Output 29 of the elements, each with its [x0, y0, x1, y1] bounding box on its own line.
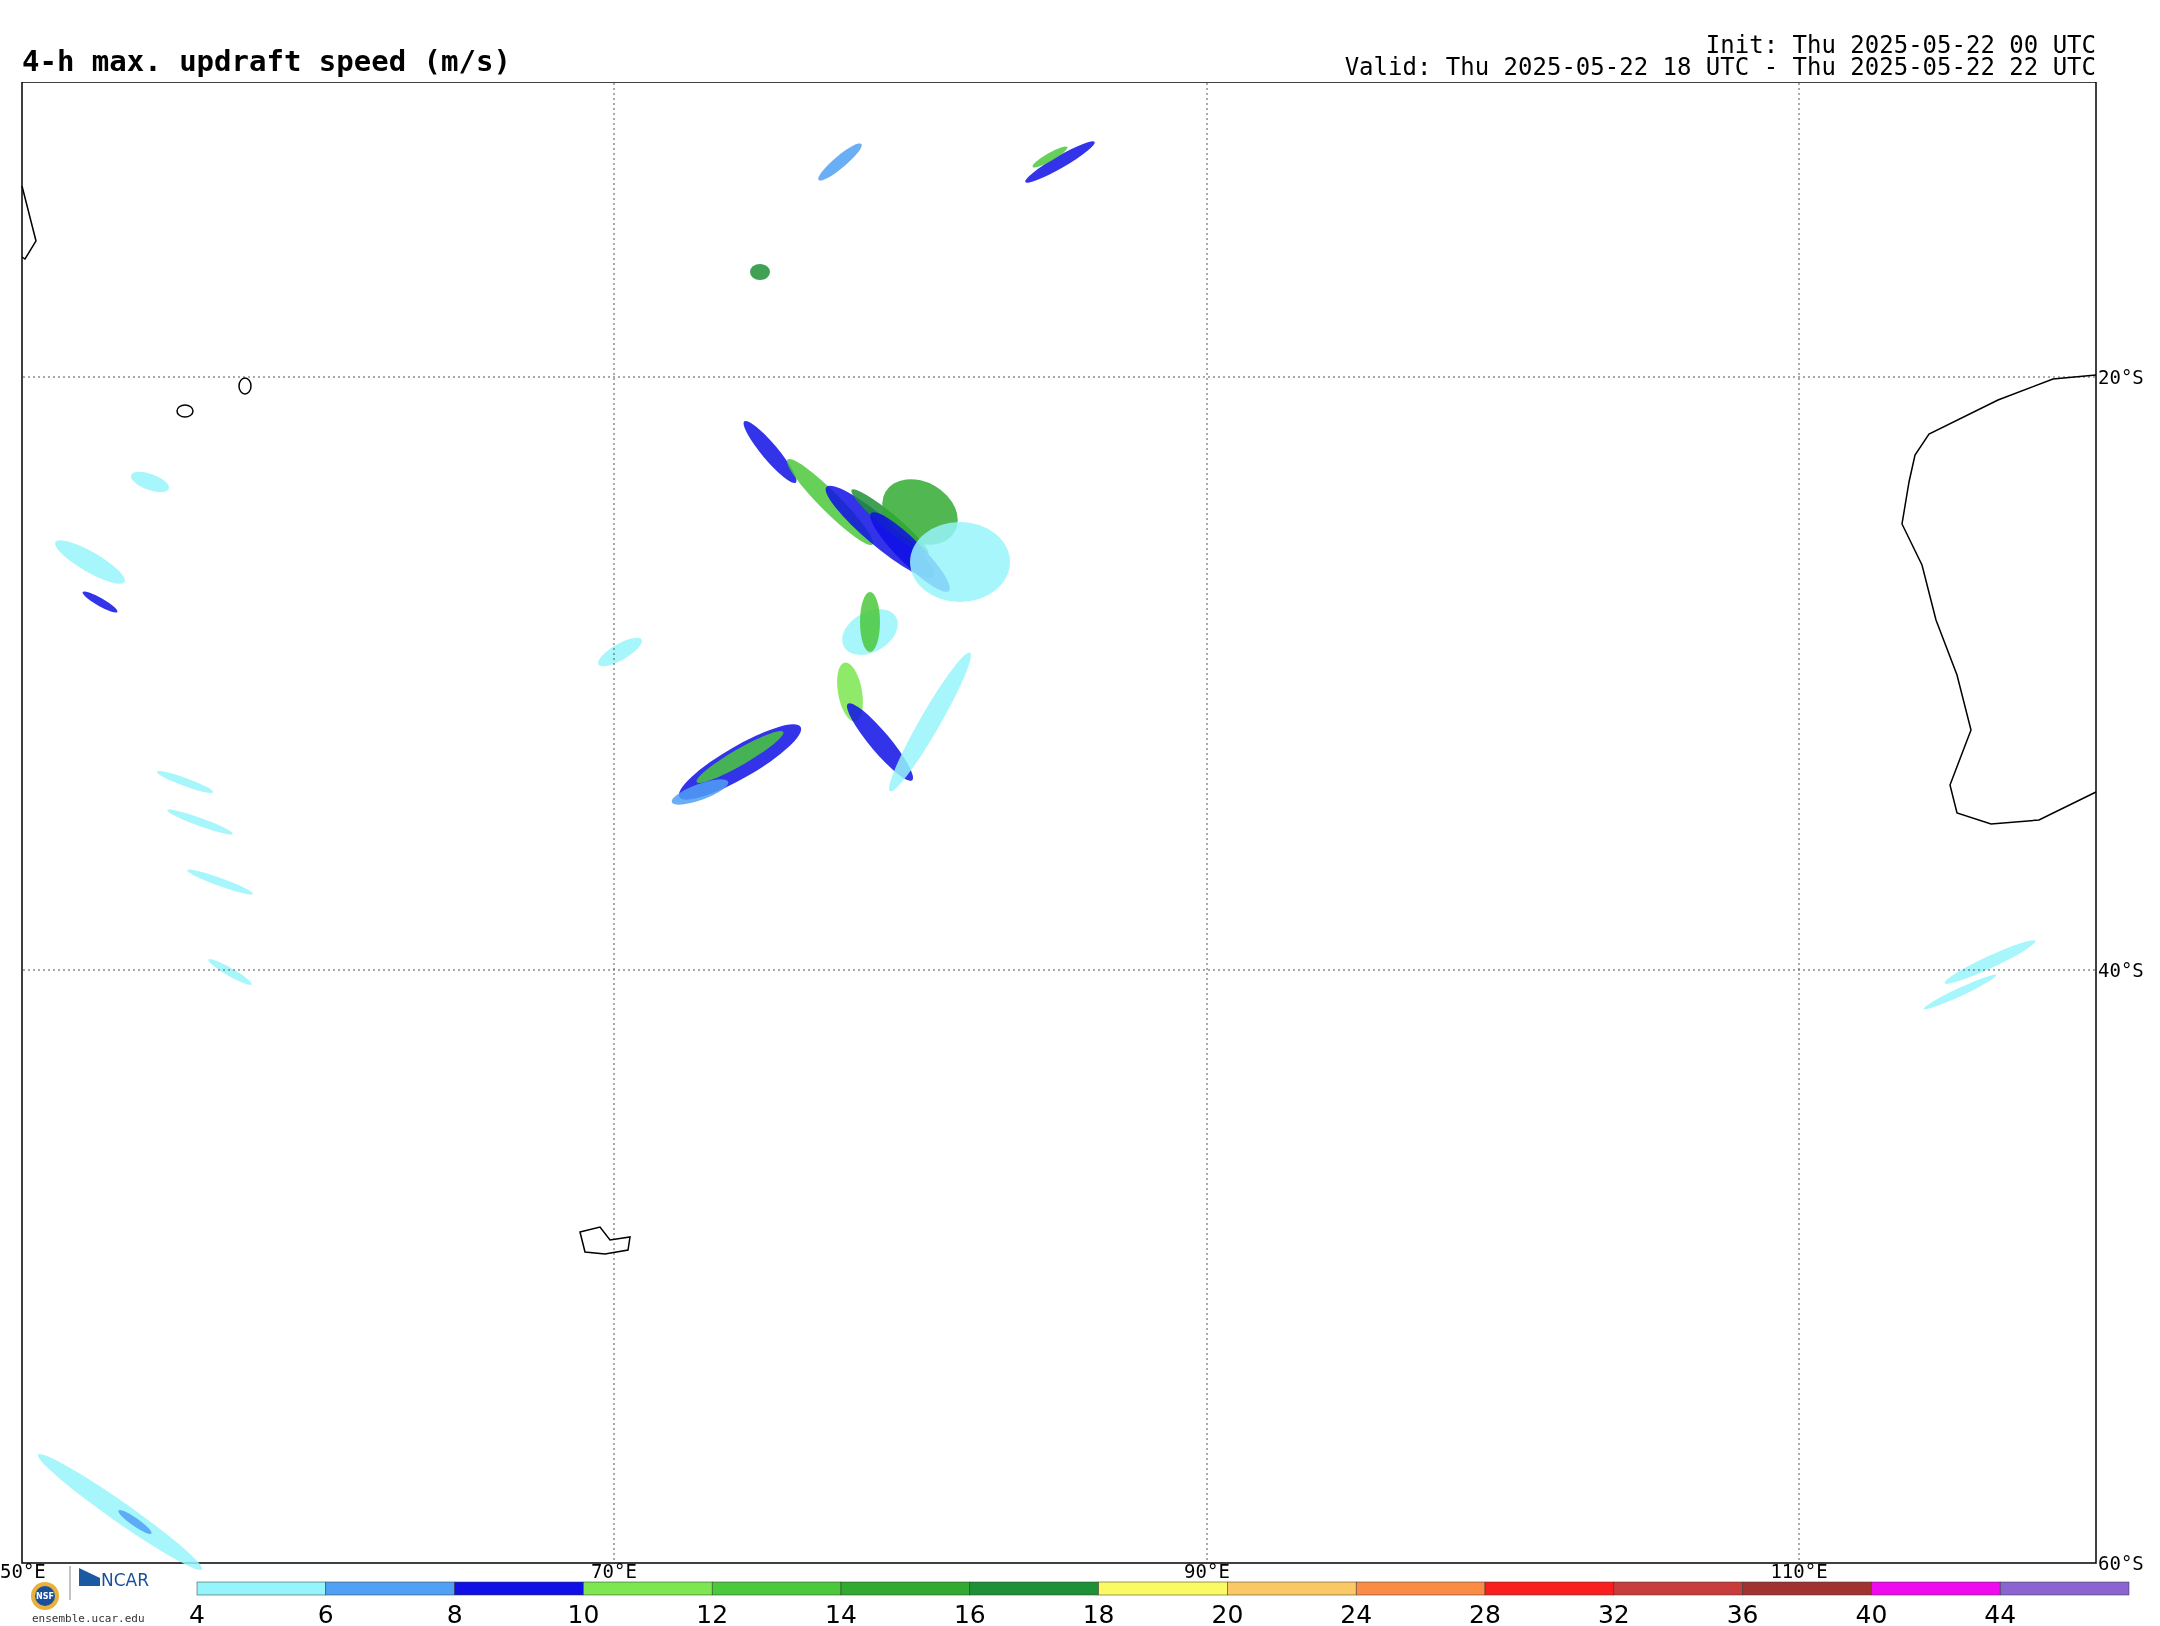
colorbar-tick-label: 36 [1726, 1600, 1759, 1626]
colorbar-tick-label: 32 [1597, 1600, 1630, 1626]
colorbar-tick-label: 14 [825, 1600, 857, 1626]
colorbar-tick-label: 40 [1855, 1600, 1888, 1626]
valid-time: Valid: Thu 2025-05-22 18 UTC - Thu 2025-05-22 22 UTC [1344, 56, 2096, 78]
colorbar-tick-label: 6 [317, 1600, 334, 1626]
latitude-label: 40°S [2098, 959, 2144, 981]
longitude-label: 90°E [1184, 1560, 1230, 1582]
colorbar-tick-label: 4 [189, 1600, 205, 1626]
colorbar-tick-label: 20 [1211, 1600, 1244, 1626]
colorbar-tick-label: 44 [1984, 1600, 2017, 1626]
nsf-seal-icon: NSF [31, 1582, 59, 1610]
longitude-label: 50°E [0, 1560, 46, 1582]
longitude-label: 110°E [1770, 1560, 1828, 1582]
plot-title: 4-h max. updraft speed (m/s) [22, 44, 511, 78]
colorbar-tick-label: 18 [1082, 1600, 1115, 1626]
site-url: ensemble.ucar.edu [32, 1612, 145, 1625]
colorbar-tick-label: 12 [696, 1600, 729, 1626]
colorbar-tick-label: 16 [953, 1600, 986, 1626]
colorbar-tick-label: 24 [1340, 1600, 1373, 1626]
ncar-mark-icon [79, 1568, 100, 1586]
colorbar-tick-label: 28 [1469, 1600, 1501, 1626]
colorbar-tick-label: 8 [446, 1600, 463, 1626]
latitude-label: 60°S [2098, 1552, 2144, 1574]
init-time: Init: Thu 2025-05-22 00 UTC [1705, 34, 2096, 56]
ncar-logo-text: NCAR [101, 1570, 150, 1590]
colorbar-tick-label: 10 [567, 1600, 600, 1626]
longitude-label: 70°E [591, 1560, 637, 1582]
latitude-label: 20°S [2098, 366, 2144, 388]
